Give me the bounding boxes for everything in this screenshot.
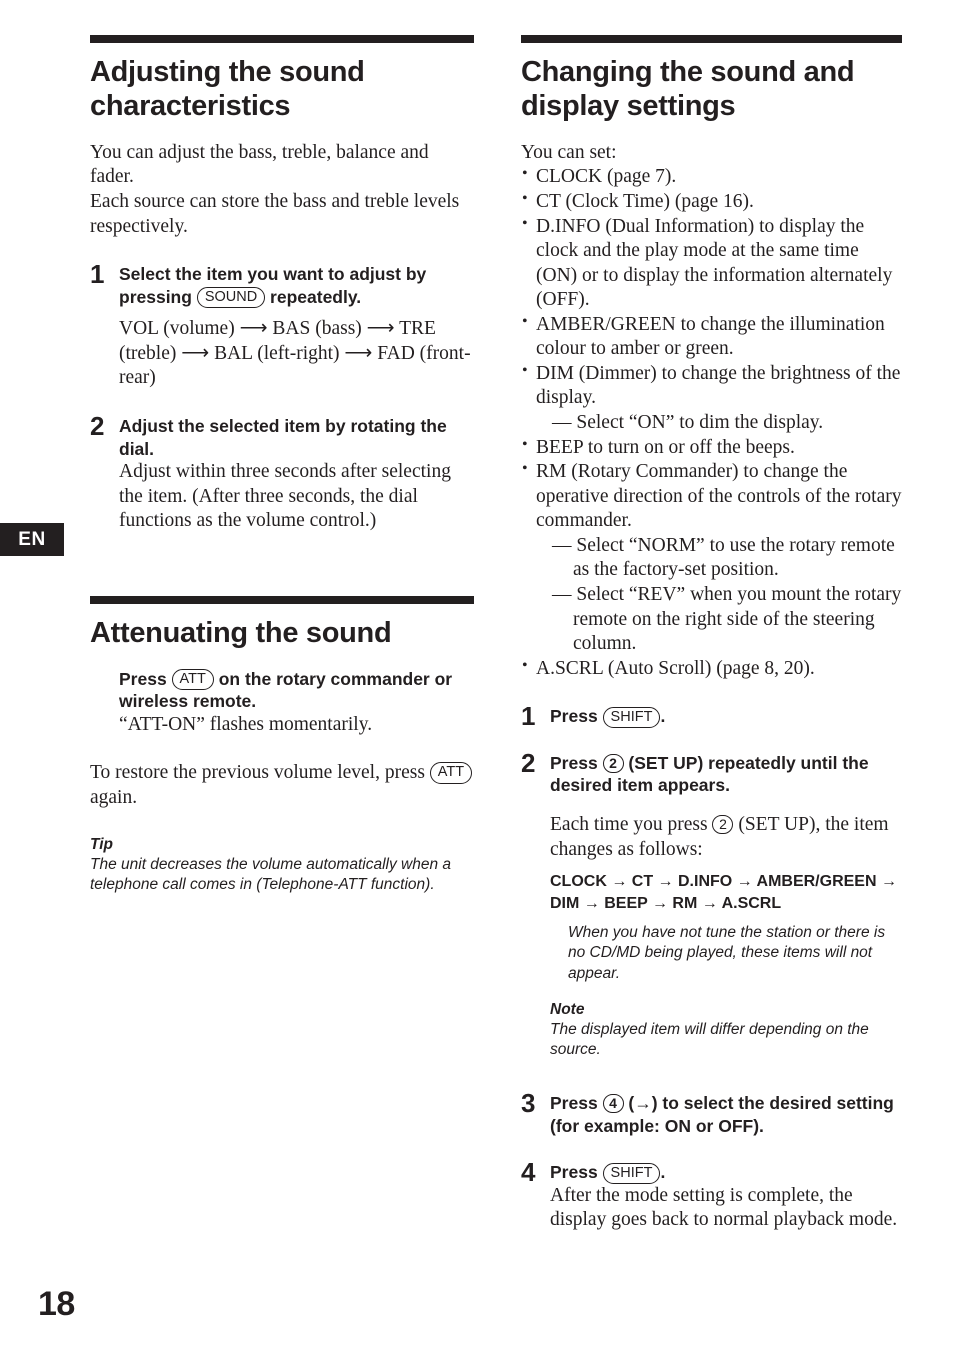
section-rule	[521, 35, 902, 43]
step-title: Press SHIFT.	[550, 705, 902, 728]
bullet-text: A.SCRL (Auto Scroll) (page 8, 20).	[536, 657, 815, 679]
restore-volume-text: To restore the previous volume level, pr…	[90, 761, 474, 810]
step-number: 4	[521, 1157, 536, 1188]
attenuate-instruction: Press ATT on the rotary commander or wir…	[90, 668, 474, 738]
restore-text-b: again.	[90, 787, 138, 809]
step-title: Select the item you want to adjust by pr…	[119, 263, 474, 309]
section-heading: Attenuating the sound	[90, 616, 392, 649]
shift-button-key[interactable]: SHIFT	[602, 706, 661, 728]
set-up-button-key[interactable]: 2	[712, 814, 734, 834]
step-number: 1	[521, 701, 536, 732]
step-title-text-a: Press	[550, 1093, 603, 1114]
instruction-text-a: Press	[119, 668, 172, 689]
step-title: Adjust the selected item by rotating the…	[119, 415, 447, 459]
note-label: Note	[550, 1000, 585, 1018]
note-text: The displayed item will differ depending…	[550, 1020, 869, 1058]
list-item: D.INFO (Dual Information) to display the…	[521, 214, 902, 313]
shift-button-key[interactable]: SHIFT	[602, 1162, 661, 1184]
step-title: Press 4 (→) to select the desired settin…	[550, 1092, 902, 1137]
step-title-text-a: Press	[550, 706, 603, 727]
step-1: 1 Select the item you want to adjust by …	[90, 259, 474, 391]
intro-line-2: Each source can store the bass and trebl…	[90, 190, 460, 237]
step-number: 2	[90, 410, 105, 441]
instruction-body: “ATT-ON” flashes momentarily.	[119, 713, 373, 735]
list-item: AMBER/GREEN to change the illumination c…	[521, 312, 902, 362]
step-body: After the mode setting is complete, the …	[550, 1184, 898, 1231]
list-item: CLOCK (page 7).	[521, 164, 902, 190]
section-rule	[90, 595, 474, 604]
bullet-text: AMBER/GREEN to change the illumination c…	[536, 313, 885, 360]
list-item: BEEP to turn on or off the beeps.	[521, 435, 902, 461]
note-block: Note The displayed item will differ depe…	[550, 1000, 902, 1060]
step-title-text-a: Press	[550, 752, 603, 773]
att-button-key[interactable]: ATT	[429, 762, 473, 784]
bullet-text: BEEP to turn on or off the beeps.	[536, 436, 795, 458]
step-3: 3 Press 4 (→) to select the desired sett…	[521, 1088, 902, 1137]
sound-button-key[interactable]: SOUND	[196, 287, 266, 309]
att-button-key[interactable]: ATT	[171, 669, 214, 691]
list-item: DIM (Dimmer) to change the brightness of…	[521, 361, 902, 436]
step-title-text-a: Press	[550, 1162, 603, 1183]
manual-page: EN 18 Adjusting the sound characteristic…	[0, 0, 954, 1355]
set-up-button-key[interactable]: 2	[602, 753, 624, 773]
tip-block: Tip The unit decreases the volume automa…	[90, 835, 474, 895]
step-number: 1	[90, 259, 105, 290]
page-title: Adjusting the sound characteristics	[90, 56, 365, 122]
left-column: Adjusting the sound characteristics You …	[90, 35, 474, 895]
bullet-text: D.INFO (Dual Information) to display the…	[536, 215, 893, 311]
step-title-text-b: .	[660, 1162, 666, 1183]
step-4: 4 Press SHIFT. After the mode setting is…	[521, 1157, 902, 1233]
bullet-text: CT (Clock Time) (page 16).	[536, 190, 754, 212]
step-body: Adjust within three seconds after select…	[119, 461, 451, 532]
settings-bullet-list: CLOCK (page 7). CT (Clock Time) (page 16…	[521, 164, 902, 682]
bullet-text: CLOCK (page 7).	[536, 166, 677, 188]
step-title: Press SHIFT.	[550, 1161, 902, 1184]
list-item: A.SCRL (Auto Scroll) (page 8, 20).	[521, 656, 902, 682]
section-changing-settings: Changing the sound and display settings …	[521, 35, 902, 1233]
step-title: Press 2 (SET UP) repeatedly until the de…	[550, 752, 902, 797]
language-tab: EN	[0, 523, 64, 556]
section-rule	[90, 35, 474, 43]
bullet-sub-item: — Select “REV” when you mount the rotary…	[552, 583, 902, 655]
step-body-text-a: Each time you press	[550, 813, 713, 835]
bullet-text: RM (Rotary Commander) to change the oper…	[536, 461, 902, 532]
restore-text-a: To restore the previous volume level, pr…	[90, 762, 430, 784]
step-number: 2	[521, 747, 536, 778]
step-body: Each time you press 2 (SET UP), the item…	[550, 813, 902, 862]
step-2: 2 Press 2 (SET UP) repeatedly until the …	[521, 748, 902, 1060]
seek-forward-button-key[interactable]: 4	[602, 1094, 624, 1114]
step-number: 3	[521, 1088, 536, 1119]
bullet-text: DIM (Dimmer) to change the brightness of…	[536, 362, 901, 409]
sound-item-sequence: VOL (volume) ⟶ BAS (bass) ⟶ TRE (treble)…	[119, 318, 471, 389]
bullet-sub-item: — Select “ON” to dim the display.	[552, 412, 824, 434]
step-title-text-b: .	[660, 706, 666, 727]
list-item: CT (Clock Time) (page 16).	[521, 189, 902, 215]
settings-flow-line-2: DIM → BEEP → RM → A.SCRL	[550, 894, 782, 912]
section-heading: Changing the sound and display settings	[521, 56, 855, 122]
step-title-text-b: repeatedly.	[265, 286, 362, 307]
instruction-title: Press ATT on the rotary commander or wir…	[119, 668, 474, 713]
section-adjusting-sound: Adjusting the sound characteristics You …	[90, 35, 474, 534]
step-note-italic: When you have not tune the station or th…	[568, 924, 886, 982]
tip-label: Tip	[90, 835, 113, 853]
bullet-sub-item: — Select “NORM” to use the rotary remote…	[552, 534, 895, 581]
list-item: RM (Rotary Commander) to change the oper…	[521, 459, 902, 657]
step-2: 2 Adjust the selected item by rotating t…	[90, 411, 474, 534]
section-attenuating-sound: Attenuating the sound Press ATT on the r…	[90, 595, 474, 895]
tip-text: The unit decreases the volume automatica…	[90, 855, 452, 893]
intro-text: You can set:	[521, 141, 617, 163]
page-number: 18	[38, 1285, 75, 1323]
step-1: 1 Press SHIFT.	[521, 701, 902, 731]
settings-flow-line-1: CLOCK → CT → D.INFO → AMBER/GREEN →	[550, 873, 897, 891]
right-column: Changing the sound and display settings …	[521, 35, 902, 1233]
intro-line-1: You can adjust the bass, treble, balance…	[90, 141, 429, 188]
